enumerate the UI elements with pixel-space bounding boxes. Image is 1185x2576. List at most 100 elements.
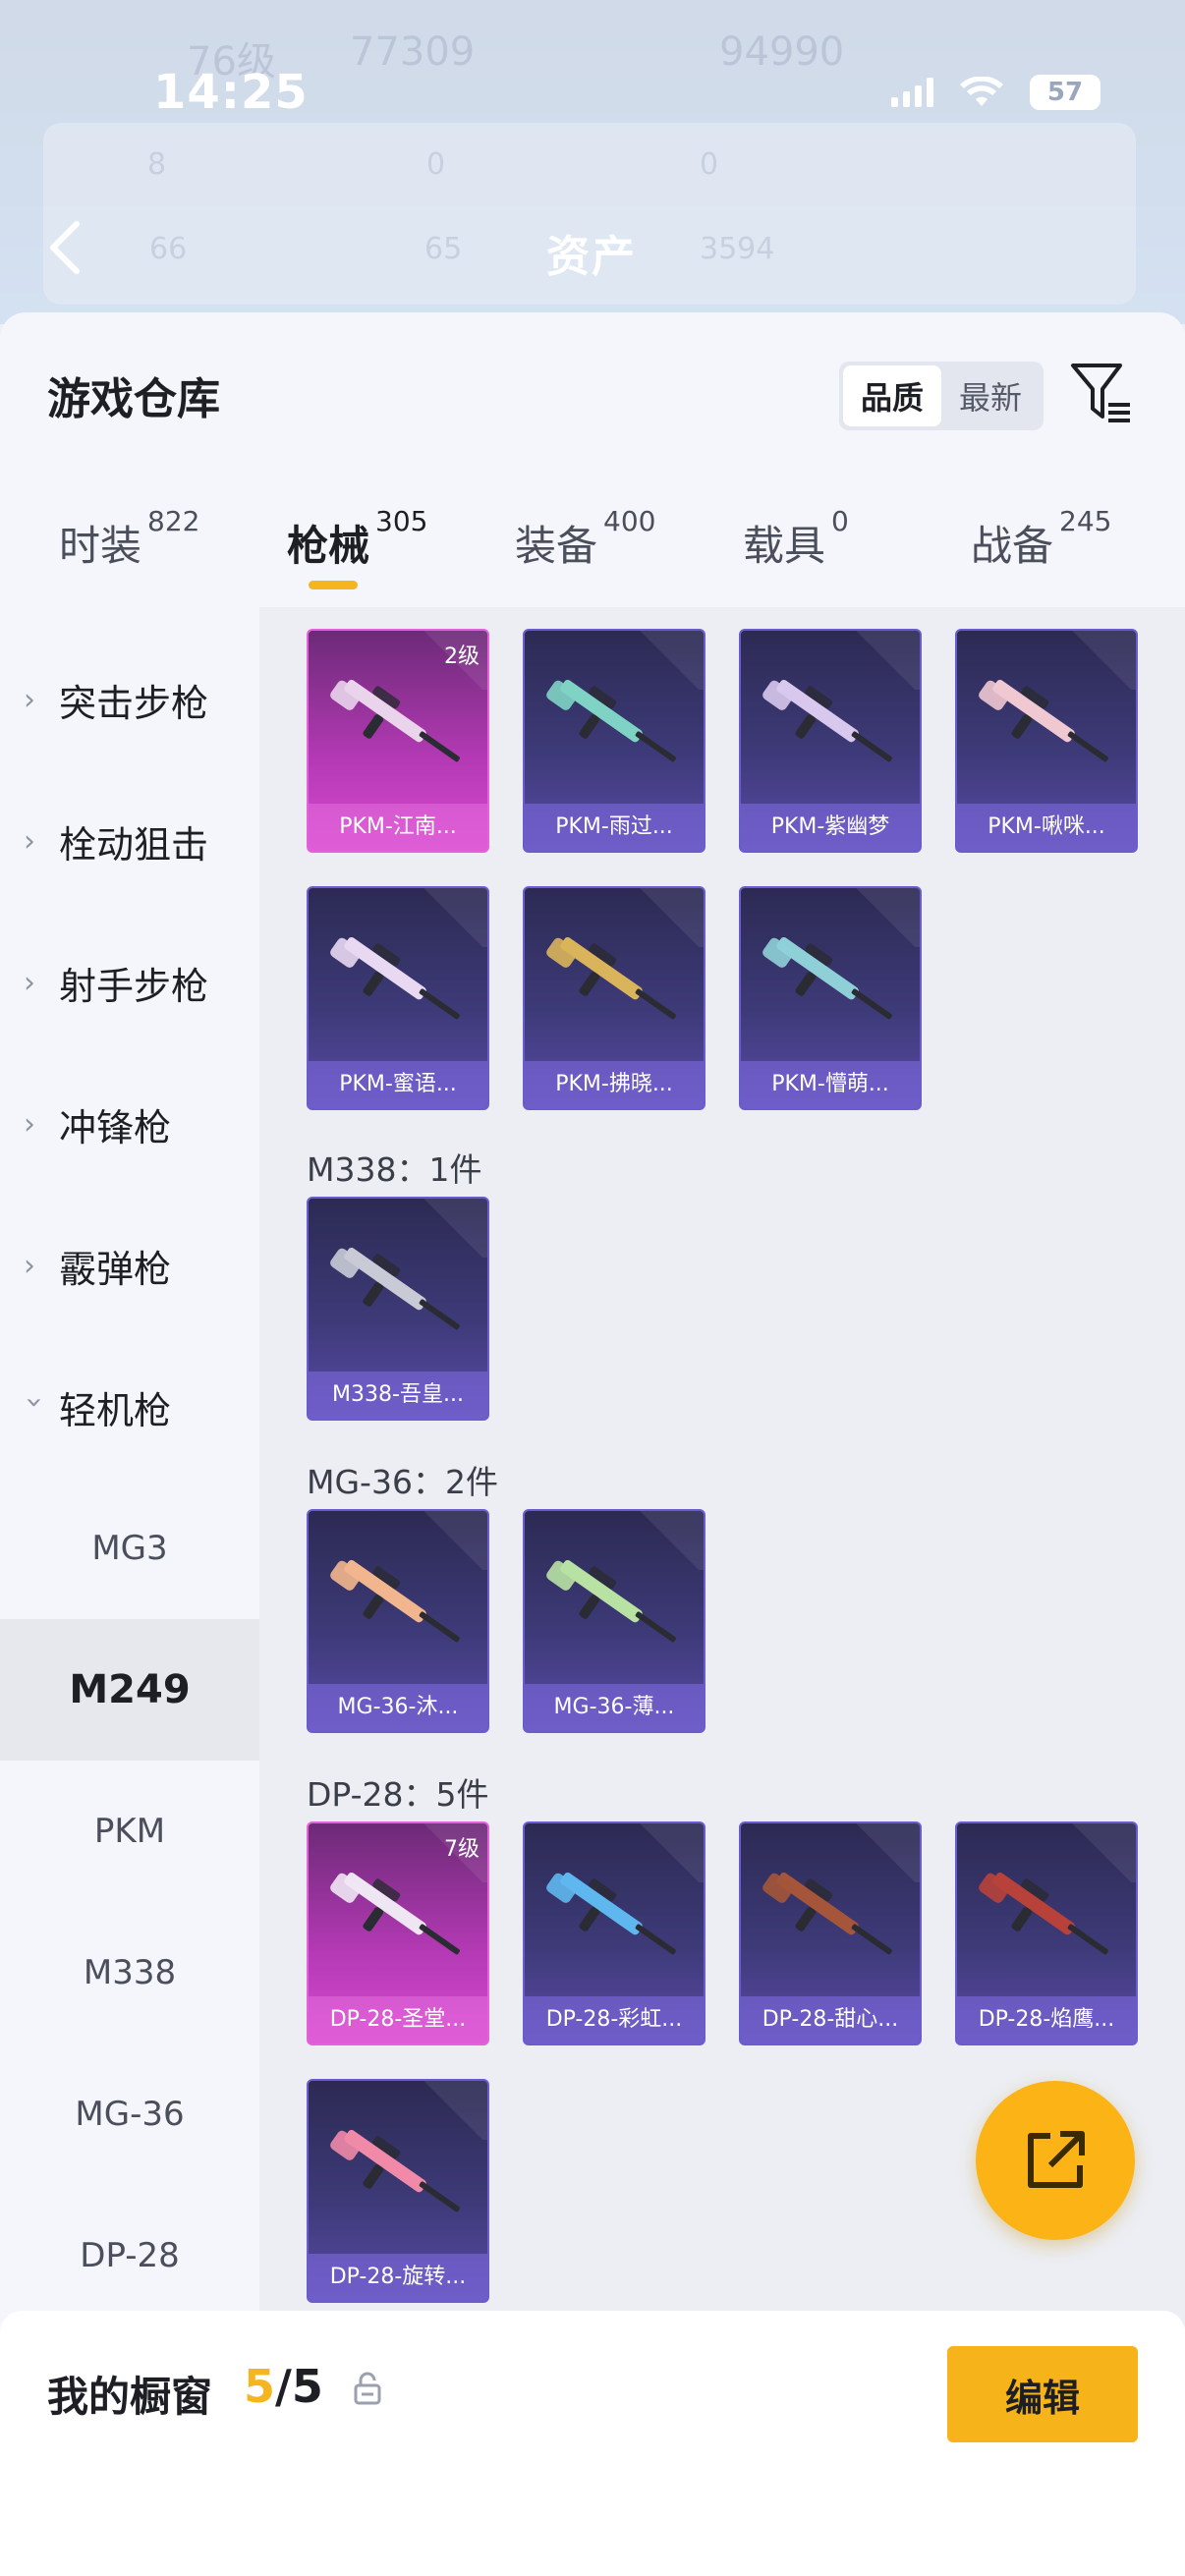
sidebar-item-lmg[interactable]: › 轻机枪 xyxy=(0,1336,259,1478)
skin-card[interactable]: DP-28-焰鹰... xyxy=(955,1821,1138,2045)
skin-card[interactable]: MG-36-沐... xyxy=(307,1509,489,1733)
warehouse-sheet: 游戏仓库 品质 最新 时装 822 枪械 305 装备 400 载具 0 战备 … xyxy=(0,312,1185,2576)
cellular-signal-icon xyxy=(891,78,933,107)
ghost-stat: 8 xyxy=(147,147,167,182)
tab-count: 400 xyxy=(603,505,656,537)
chevron-right-icon: › xyxy=(24,1248,35,1283)
sidebar-subitem-pkm[interactable]: PKM xyxy=(0,1761,259,1902)
sidebar-item-label: 冲锋枪 xyxy=(59,1105,172,1149)
sidebar-item-label: 突击步枪 xyxy=(59,681,209,725)
showcase-current: 5 xyxy=(244,2360,276,2413)
tab-supplies[interactable]: 战备 245 xyxy=(971,499,1111,607)
tab-count: 0 xyxy=(831,505,849,537)
status-icons: 57 xyxy=(891,75,1100,110)
skin-name: PKM-紫幽梦 xyxy=(741,804,920,851)
skin-card[interactable]: M338-吾皇... xyxy=(307,1197,489,1421)
ghost-stat: 65 xyxy=(424,232,463,266)
tab-label: 枪械 xyxy=(287,522,370,570)
sidebar-subitem-mg36[interactable]: MG-36 xyxy=(0,2044,259,2185)
tab-firearms[interactable]: 枪械 305 xyxy=(287,499,427,607)
skin-name: PKM-蜜语... xyxy=(309,1061,487,1108)
tab-count: 245 xyxy=(1059,505,1112,537)
gun-skin-image xyxy=(330,1872,460,1955)
sort-newest-button[interactable]: 最新 xyxy=(941,365,1040,426)
sidebar-subitem-m338[interactable]: M338 xyxy=(0,1902,259,2044)
skin-card[interactable]: PKM-紫幽梦 xyxy=(739,629,922,853)
wifi-icon xyxy=(960,77,1003,106)
gun-skin-image xyxy=(979,679,1108,762)
skin-name: DP-28-甜心... xyxy=(741,1996,920,2044)
sidebar-item-smg[interactable]: › 冲锋枪 xyxy=(0,1053,259,1195)
skin-card[interactable]: 7级 DP-28-圣堂... xyxy=(307,1821,489,2045)
tab-vehicles[interactable]: 载具 0 xyxy=(743,499,849,607)
sidebar-item-marksman-rifle[interactable]: › 射手步枪 xyxy=(0,912,259,1053)
share-export-button[interactable] xyxy=(976,2081,1135,2240)
skin-card[interactable]: PKM-蜜语... xyxy=(307,886,489,1110)
skin-card[interactable]: DP-28-旋转... xyxy=(307,2079,489,2303)
gun-skin-image xyxy=(330,1247,460,1330)
skin-card[interactable]: PKM-拂晓... xyxy=(523,886,705,1110)
sidebar-item-bolt-sniper[interactable]: › 栓动狙击 xyxy=(0,770,259,912)
ghost-stat: 0 xyxy=(700,147,719,182)
gun-skin-image xyxy=(546,1559,676,1643)
page-title: 资产 xyxy=(546,232,637,282)
skin-card[interactable]: DP-28-甜心... xyxy=(739,1821,922,2045)
weapon-category-sidebar: › 突击步枪 › 栓动狙击 › 射手步枪 › 冲锋枪 › 霰弹枪 › 轻机枪 M… xyxy=(0,607,259,2326)
showcase-bar: 我的橱窗 5/5 编辑 xyxy=(0,2311,1185,2576)
chevron-right-icon: › xyxy=(24,965,35,1000)
skin-card[interactable]: DP-28-彩虹... xyxy=(523,1821,705,2045)
sidebar-item-shotgun[interactable]: › 霰弹枪 xyxy=(0,1195,259,1336)
chevron-right-icon: › xyxy=(24,823,35,859)
gun-skin-image xyxy=(330,1559,460,1643)
sidebar-subitem-dp28[interactable]: DP-28 xyxy=(0,2185,259,2326)
tab-label: 时装 xyxy=(59,522,142,570)
skin-name: MG-36-沐... xyxy=(309,1684,487,1731)
back-button[interactable] xyxy=(43,218,92,277)
skin-card[interactable]: MG-36-薄... xyxy=(523,1509,705,1733)
chevron-down-icon: › xyxy=(17,1396,52,1408)
active-tab-indicator xyxy=(309,581,358,589)
profile-header-background: 76级 77309 94990 8 0 0 66 65 3594 14:25 5… xyxy=(0,0,1185,324)
sidebar-item-label: 霰弹枪 xyxy=(59,1247,172,1291)
ghost-stat: 66 xyxy=(149,232,188,266)
group-header-mg36: MG-36：2件 xyxy=(307,1463,498,1501)
edit-button[interactable]: 编辑 xyxy=(947,2346,1138,2442)
showcase-total: /5 xyxy=(275,2360,323,2413)
skin-name: DP-28-焰鹰... xyxy=(957,1996,1136,2044)
sidebar-subitem-m249[interactable]: M249 xyxy=(0,1619,259,1761)
skin-name: DP-28-圣堂... xyxy=(309,1996,487,2044)
filter-icon[interactable] xyxy=(1069,360,1134,428)
gun-skin-image xyxy=(546,679,676,762)
ghost-stat: 0 xyxy=(426,147,446,182)
chevron-right-icon: › xyxy=(24,1106,35,1142)
tab-count: 305 xyxy=(375,505,428,537)
gun-skin-image xyxy=(979,1872,1108,1955)
skin-name: DP-28-彩虹... xyxy=(525,1996,704,2044)
showcase-label: 我的橱窗 xyxy=(47,2373,213,2421)
skin-card[interactable]: 2级 PKM-江南... xyxy=(307,629,489,853)
sidebar-item-label: 射手步枪 xyxy=(59,964,209,1008)
weapon-skin-grid: 2级 PKM-江南... PKM-雨过... PKM-紫幽梦 PKM-啾咪...… xyxy=(259,607,1185,2326)
ghost-coins: 77309 xyxy=(350,29,476,75)
sidebar-item-label: 轻机枪 xyxy=(59,1388,172,1432)
skin-name: PKM-懵萌... xyxy=(741,1061,920,1108)
gun-skin-image xyxy=(762,1872,892,1955)
tab-fashion[interactable]: 时装 822 xyxy=(59,499,199,607)
sort-quality-button[interactable]: 品质 xyxy=(843,365,941,426)
gun-skin-image xyxy=(330,936,460,1020)
sidebar-subitem-mg3[interactable]: MG3 xyxy=(0,1478,259,1619)
skin-card[interactable]: PKM-雨过... xyxy=(523,629,705,853)
gun-skin-image xyxy=(546,1872,676,1955)
ghost-stat: 3594 xyxy=(700,232,775,266)
gun-skin-image xyxy=(762,936,892,1020)
warehouse-title: 游戏仓库 xyxy=(47,374,220,424)
external-link-icon xyxy=(1028,2131,1085,2188)
tab-equipment[interactable]: 装备 400 xyxy=(515,499,655,607)
sidebar-item-assault-rifle[interactable]: › 突击步枪 xyxy=(0,629,259,770)
skin-name: M338-吾皇... xyxy=(309,1372,487,1419)
skin-name: PKM-啾咪... xyxy=(957,804,1136,851)
battery-icon: 57 xyxy=(1030,75,1100,110)
skin-card[interactable]: PKM-懵萌... xyxy=(739,886,922,1110)
lock-icon xyxy=(354,2372,381,2405)
skin-card[interactable]: PKM-啾咪... xyxy=(955,629,1138,853)
